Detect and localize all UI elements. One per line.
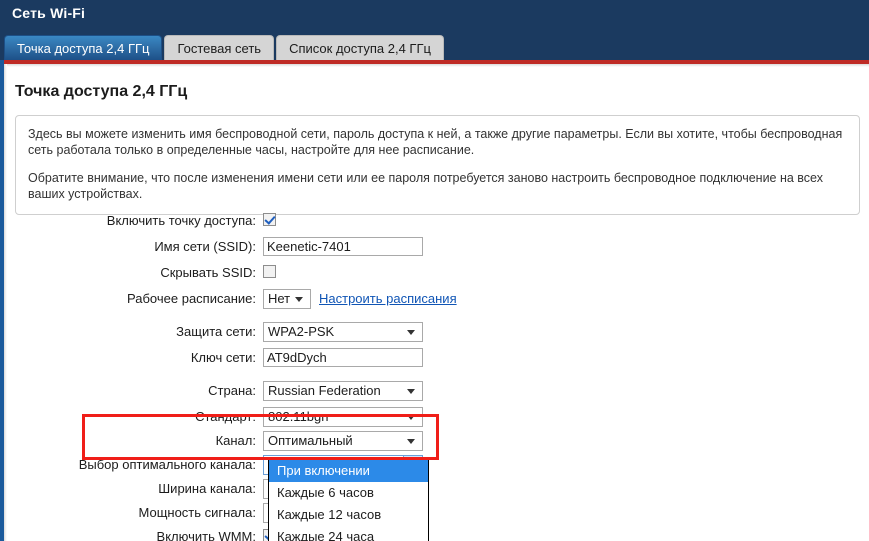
country-field: Russian Federation [263,381,423,401]
wmm-label: Включить WMM: [8,529,263,541]
country-select-value: Russian Federation [268,383,381,398]
settings-form: Включить точку доступа: Имя сети (SSID):… [8,210,869,541]
chevron-down-icon [407,415,415,420]
network-key-field [263,348,423,367]
channel-select[interactable]: Оптимальный [263,431,423,451]
header-divider-shadow [0,64,869,67]
row-channel-width: Ширина канала: [8,478,869,499]
schedule-field: Нет Настроить расписания [263,289,457,309]
dropdown-option[interactable]: Каждые 12 часов [269,504,428,526]
tab-guest-network[interactable]: Гостевая сеть [164,35,274,60]
chevron-down-icon [295,297,303,302]
tab-guest-network-label: Гостевая сеть [177,41,261,56]
optimal-channel-label: Выбор оптимального канала: [8,457,263,472]
hide-ssid-label: Скрывать SSID: [8,265,263,280]
row-enable-ap: Включить точку доступа: [8,210,869,231]
channel-field: Оптимальный [263,431,423,451]
row-network-key: Ключ сети: [8,347,869,368]
standard-field: 802.11bgn [263,407,423,427]
ssid-field [263,237,423,256]
row-security: Защита сети: WPA2-PSK [8,321,869,342]
enable-ap-checkbox[interactable] [263,213,276,226]
router-admin-page: Сеть Wi-Fi Точка доступа 2,4 ГГц Гостева… [0,0,869,541]
enable-ap-label: Включить точку доступа: [8,213,263,228]
ssid-input[interactable] [263,237,423,256]
network-key-input[interactable] [263,348,423,367]
info-box: Здесь вы можете изменить имя беспроводно… [15,115,860,215]
configure-schedules-link[interactable]: Настроить расписания [319,291,457,306]
row-hide-ssid: Скрывать SSID: [8,262,869,283]
dropdown-option[interactable]: Каждые 6 часов [269,482,428,504]
security-label: Защита сети: [8,324,263,339]
schedule-select-value: Нет [268,291,290,306]
schedule-select[interactable]: Нет [263,289,311,309]
signal-power-label: Мощность сигнала: [8,505,263,520]
country-select[interactable]: Russian Federation [263,381,423,401]
dropdown-option[interactable]: При включении [269,460,428,482]
chevron-down-icon [407,330,415,335]
channel-width-label: Ширина канала: [8,481,263,496]
security-field: WPA2-PSK [263,322,423,342]
security-select[interactable]: WPA2-PSK [263,322,423,342]
schedule-label: Рабочее расписание: [8,291,263,306]
row-optimal-channel: Выбор оптимального канала: При включении [8,454,869,475]
row-standard: Стандарт: 802.11bgn [8,406,869,427]
hide-ssid-field [263,265,276,281]
content-area: Точка доступа 2,4 ГГц Здесь вы можете из… [8,70,869,541]
row-signal-power: Мощность сигнала: [8,502,869,523]
standard-select-value: 802.11bgn [268,409,329,424]
page-header-title: Сеть Wi-Fi [12,5,85,21]
network-key-label: Ключ сети: [8,350,263,365]
tab-access-point-24[interactable]: Точка доступа 2,4 ГГц [4,35,162,60]
row-country: Страна: Russian Federation [8,380,869,401]
standard-select[interactable]: 802.11bgn [263,407,423,427]
row-wmm: Включить WMM: [8,526,869,541]
page-left-edge-shadow [4,64,7,541]
hide-ssid-checkbox[interactable] [263,265,276,278]
row-ssid: Имя сети (SSID): [8,236,869,257]
tab-bar: Точка доступа 2,4 ГГц Гостевая сеть Спис… [4,35,446,60]
row-channel: Канал: Оптимальный [8,430,869,451]
info-paragraph-2: Обратите внимание, что после изменения и… [28,170,847,202]
page-header: Сеть Wi-Fi Точка доступа 2,4 ГГц Гостева… [0,0,869,60]
chevron-down-icon [407,389,415,394]
standard-label: Стандарт: [8,409,263,424]
security-select-value: WPA2-PSK [268,324,334,339]
dropdown-option[interactable]: Каждые 24 часа [269,526,428,541]
chevron-down-icon [407,439,415,444]
tab-access-list-24-label: Список доступа 2,4 ГГц [289,41,431,56]
tab-access-list-24[interactable]: Список доступа 2,4 ГГц [276,35,444,60]
optimal-channel-dropdown-list[interactable]: При включении Каждые 6 часов Каждые 12 ч… [268,459,429,541]
tab-access-point-24-label: Точка доступа 2,4 ГГц [17,41,149,56]
country-label: Страна: [8,383,263,398]
info-paragraph-1: Здесь вы можете изменить имя беспроводно… [28,126,847,158]
page-title: Точка доступа 2,4 ГГц [15,83,187,101]
channel-select-value: Оптимальный [268,433,353,448]
enable-ap-field [263,213,276,229]
ssid-label: Имя сети (SSID): [8,239,263,254]
channel-label: Канал: [8,433,263,448]
row-schedule: Рабочее расписание: Нет Настроить распис… [8,288,869,309]
